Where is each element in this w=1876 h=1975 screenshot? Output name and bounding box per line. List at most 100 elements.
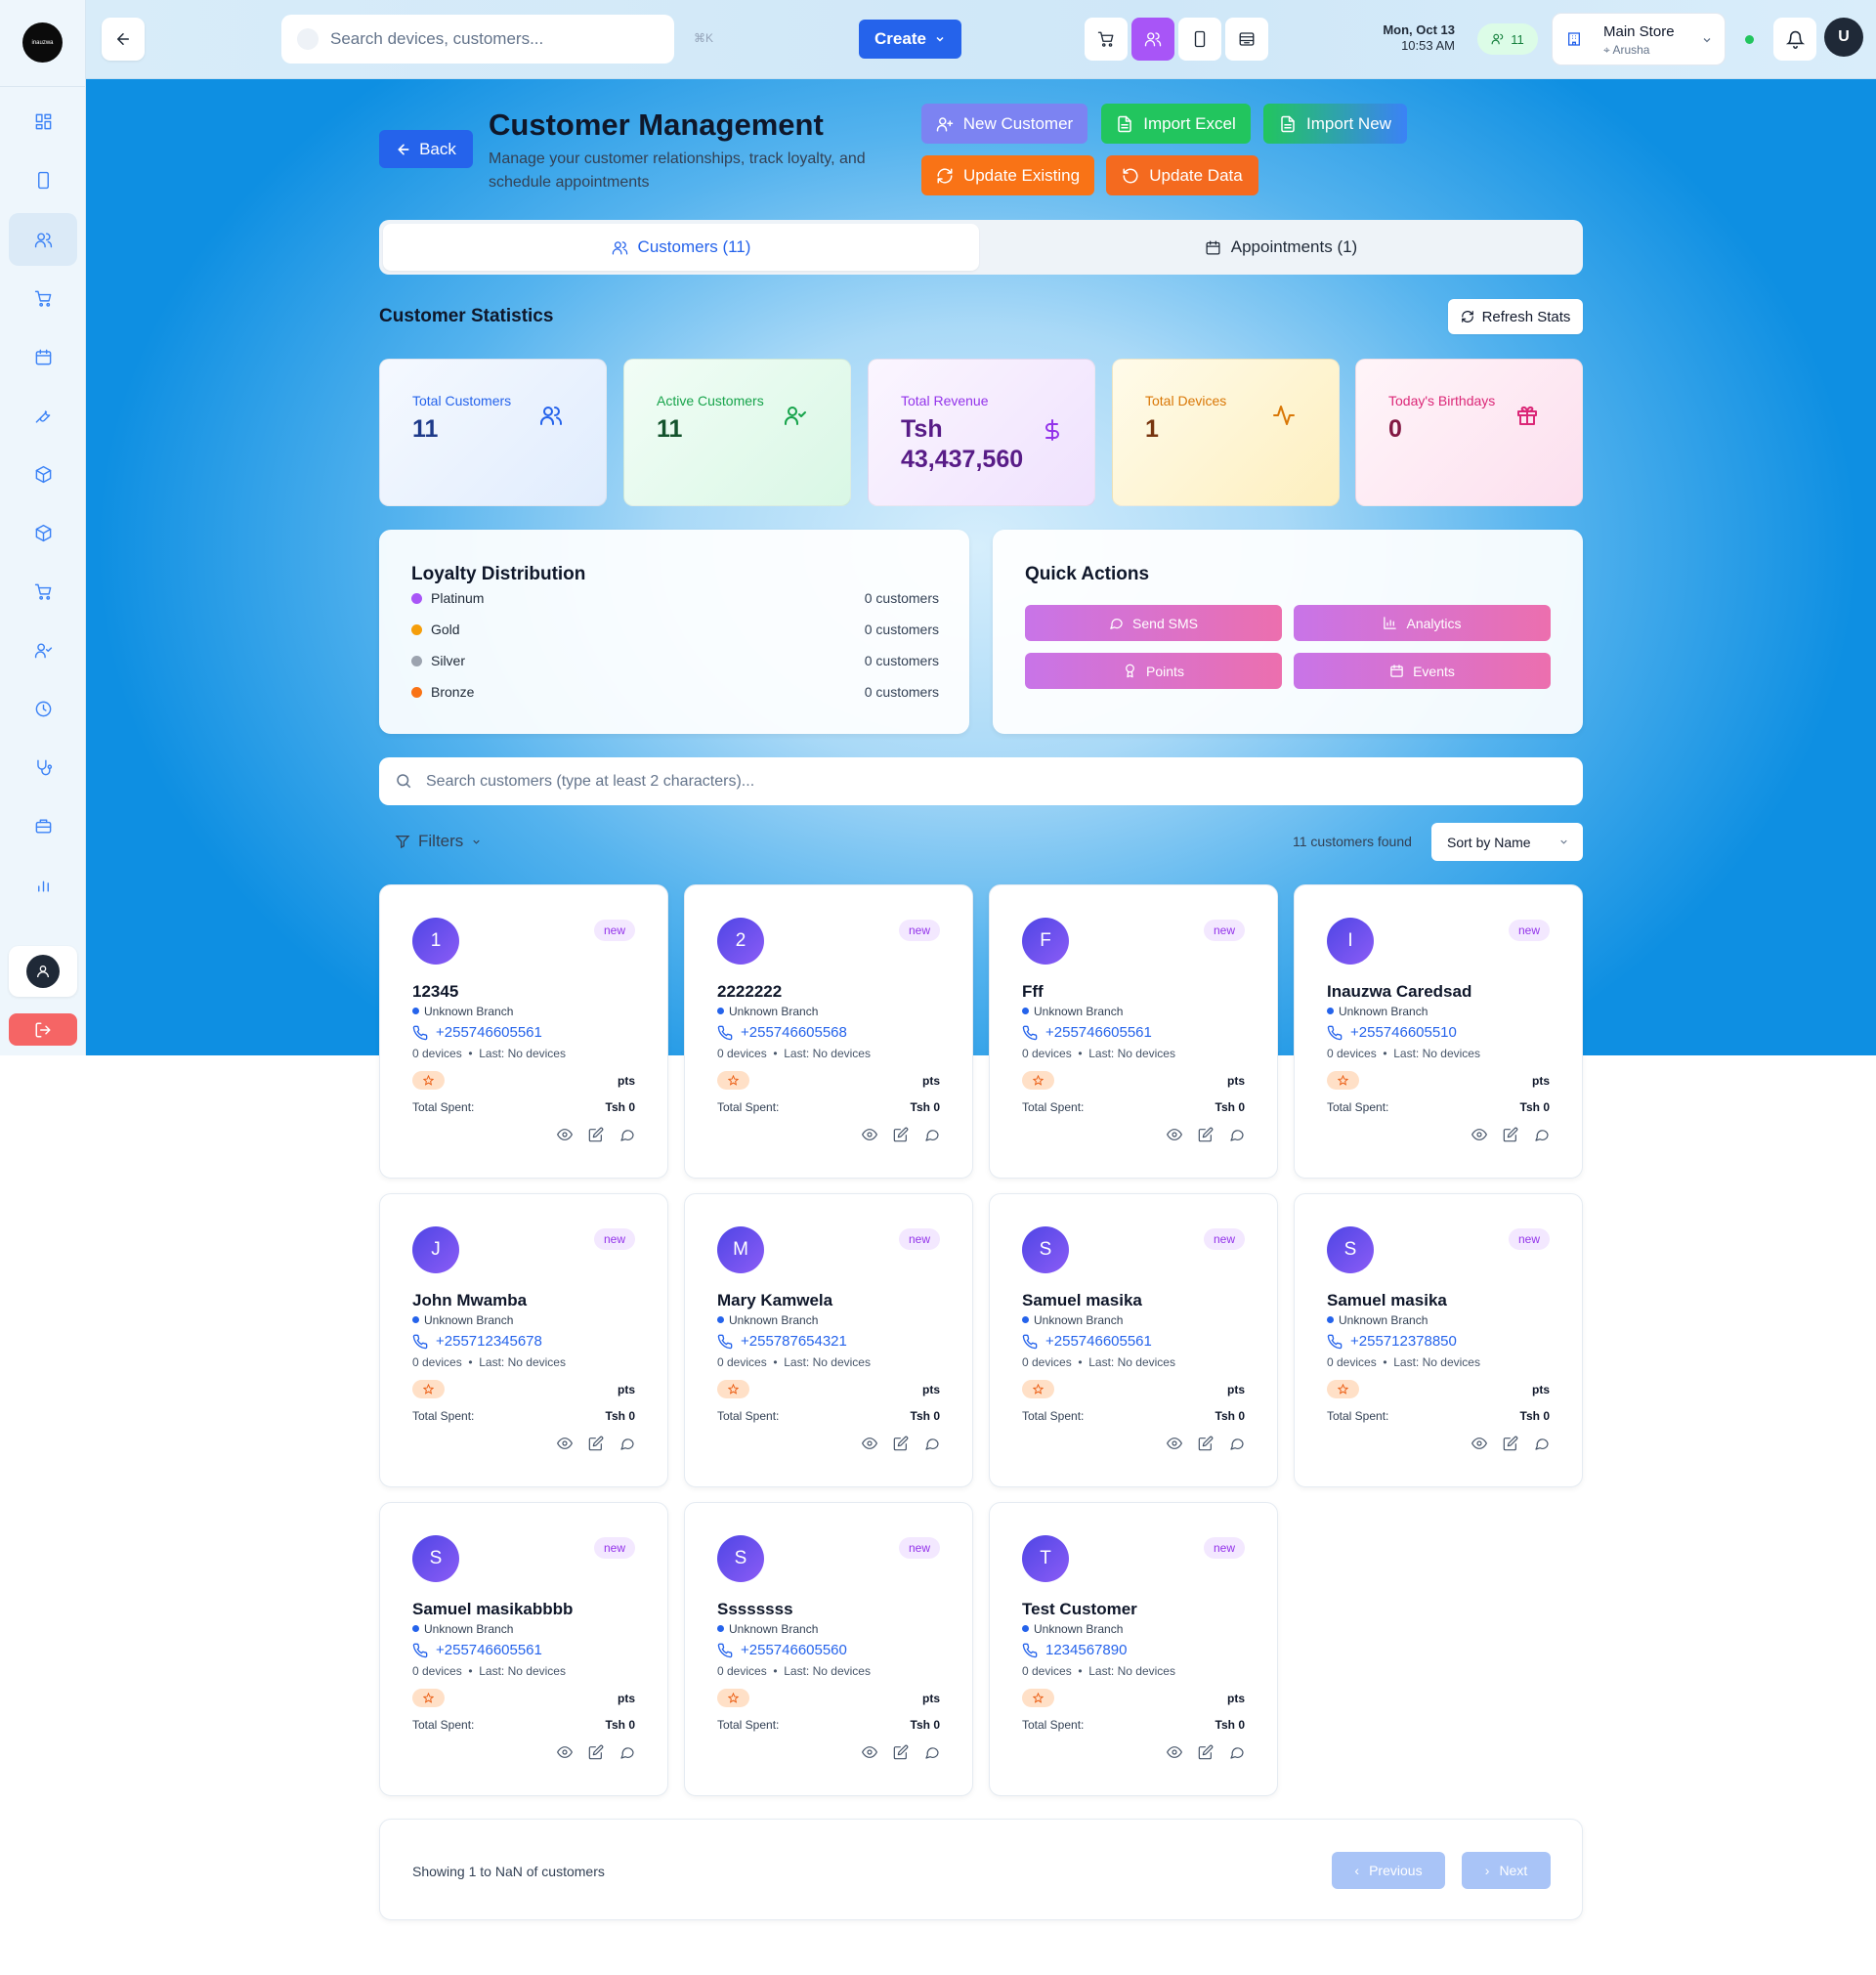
- sidebar-item-inventory[interactable]: [9, 448, 77, 500]
- customer-phone-link[interactable]: +255746605561: [412, 1024, 542, 1041]
- sidebar-item-repairs[interactable]: [9, 389, 77, 442]
- user-avatar-button[interactable]: U: [1824, 18, 1863, 57]
- edit-customer-button[interactable]: [893, 1744, 909, 1760]
- sidebar-item-dashboard[interactable]: [9, 95, 77, 148]
- customer-card[interactable]: F new Fff Unknown Branch +255746605561 0…: [989, 884, 1278, 1179]
- customer-search-input[interactable]: Search customers (type at least 2 charac…: [379, 757, 1583, 805]
- global-search-input[interactable]: Search devices, customers...: [281, 15, 674, 64]
- update-existing-button[interactable]: Update Existing: [921, 155, 1094, 195]
- filters-toggle[interactable]: Filters: [395, 832, 482, 851]
- sidebar-item-diagnostics[interactable]: [9, 741, 77, 794]
- sidebar-item-employees[interactable]: [9, 623, 77, 676]
- customer-phone-link[interactable]: +255746605510: [1327, 1024, 1457, 1041]
- customers-app-button[interactable]: [1131, 18, 1174, 61]
- view-customer-button[interactable]: [557, 1436, 573, 1451]
- message-customer-button[interactable]: [1534, 1127, 1550, 1142]
- import-excel-button[interactable]: Import Excel: [1101, 104, 1251, 144]
- edit-customer-button[interactable]: [1198, 1436, 1214, 1451]
- customer-card[interactable]: J new John Mwamba Unknown Branch +255712…: [379, 1193, 668, 1487]
- update-data-button[interactable]: Update Data: [1106, 155, 1258, 195]
- tab-customers[interactable]: Customers (11): [383, 224, 979, 271]
- new-customer-button[interactable]: New Customer: [921, 104, 1087, 144]
- view-customer-button[interactable]: [862, 1436, 877, 1451]
- customer-phone-link[interactable]: +255746605561: [1022, 1024, 1152, 1041]
- view-customer-button[interactable]: [1167, 1127, 1182, 1142]
- edit-customer-button[interactable]: [893, 1127, 909, 1142]
- devices-app-button[interactable]: [1178, 18, 1221, 61]
- customer-phone-link[interactable]: 1234567890: [1022, 1642, 1127, 1658]
- message-customer-button[interactable]: [619, 1744, 635, 1760]
- view-customer-button[interactable]: [1471, 1127, 1487, 1142]
- sort-select[interactable]: Sort by Name: [1431, 823, 1583, 861]
- sidebar-item-devices[interactable]: [9, 153, 77, 206]
- events-button[interactable]: Events: [1294, 653, 1551, 689]
- message-customer-button[interactable]: [1229, 1744, 1245, 1760]
- analytics-button[interactable]: Analytics: [1294, 605, 1551, 641]
- customer-phone-link[interactable]: +255746605568: [717, 1024, 847, 1041]
- edit-customer-button[interactable]: [1503, 1127, 1518, 1142]
- import-new-button[interactable]: Import New: [1263, 104, 1407, 144]
- sidebar-item-orders[interactable]: [9, 565, 77, 618]
- back-button[interactable]: Back: [379, 130, 473, 168]
- sidebar-item-reports[interactable]: [9, 858, 77, 911]
- sidebar-item-customers[interactable]: [9, 213, 77, 266]
- next-page-button[interactable]: › Next: [1462, 1852, 1551, 1889]
- customer-card[interactable]: S new Samuel masikabbbb Unknown Branch +…: [379, 1502, 668, 1796]
- edit-customer-button[interactable]: [1503, 1436, 1518, 1451]
- pos-app-button[interactable]: [1085, 18, 1128, 61]
- view-customer-button[interactable]: [1471, 1436, 1487, 1451]
- customer-card[interactable]: T new Test Customer Unknown Branch 12345…: [989, 1502, 1278, 1796]
- logout-button[interactable]: [9, 1013, 77, 1046]
- sidebar-item-pos[interactable]: [9, 272, 77, 324]
- sidebar-item-business[interactable]: [9, 799, 77, 852]
- sidebar-item-attendance[interactable]: [9, 682, 77, 735]
- inventory-app-button[interactable]: [1225, 18, 1268, 61]
- view-customer-button[interactable]: [1167, 1744, 1182, 1760]
- online-users-badge[interactable]: 11: [1477, 23, 1538, 55]
- customer-phone-link[interactable]: +255746605561: [412, 1642, 542, 1658]
- app-logo[interactable]: inauzwa: [22, 22, 63, 63]
- create-button[interactable]: Create: [859, 20, 961, 59]
- view-customer-button[interactable]: [557, 1744, 573, 1760]
- notifications-button[interactable]: [1773, 18, 1816, 61]
- message-customer-button[interactable]: [619, 1127, 635, 1142]
- edit-customer-button[interactable]: [588, 1127, 604, 1142]
- message-customer-button[interactable]: [924, 1744, 940, 1760]
- message-customer-button[interactable]: [1229, 1127, 1245, 1142]
- sidebar-item-products[interactable]: [9, 506, 77, 559]
- view-customer-button[interactable]: [557, 1127, 573, 1142]
- edit-customer-button[interactable]: [588, 1744, 604, 1760]
- tab-appointments[interactable]: Appointments (1): [983, 224, 1579, 271]
- customer-card[interactable]: I new Inauzwa Caredsad Unknown Branch +2…: [1294, 884, 1583, 1179]
- customer-phone-link[interactable]: +255712345678: [412, 1333, 542, 1350]
- edit-customer-button[interactable]: [588, 1436, 604, 1451]
- edit-customer-button[interactable]: [893, 1436, 909, 1451]
- message-customer-button[interactable]: [619, 1436, 635, 1451]
- view-customer-button[interactable]: [1167, 1436, 1182, 1451]
- customer-phone-link[interactable]: +255746605561: [1022, 1333, 1152, 1350]
- customer-card[interactable]: M new Mary Kamwela Unknown Branch +25578…: [684, 1193, 973, 1487]
- topbar-back-button[interactable]: [102, 18, 145, 61]
- send-sms-button[interactable]: Send SMS: [1025, 605, 1282, 641]
- customer-card[interactable]: S new Ssssssss Unknown Branch +255746605…: [684, 1502, 973, 1796]
- edit-customer-button[interactable]: [1198, 1127, 1214, 1142]
- view-customer-button[interactable]: [862, 1744, 877, 1760]
- sidebar-item-appointments[interactable]: [9, 330, 77, 383]
- message-customer-button[interactable]: [1229, 1436, 1245, 1451]
- points-button[interactable]: Points: [1025, 653, 1282, 689]
- message-customer-button[interactable]: [924, 1127, 940, 1142]
- previous-page-button[interactable]: ‹ Previous: [1332, 1852, 1445, 1889]
- customer-card[interactable]: S new Samuel masika Unknown Branch +2557…: [989, 1193, 1278, 1487]
- message-customer-button[interactable]: [924, 1436, 940, 1451]
- edit-customer-button[interactable]: [1198, 1744, 1214, 1760]
- refresh-stats-button[interactable]: Refresh Stats: [1448, 299, 1583, 334]
- sidebar-user-profile[interactable]: [9, 946, 77, 997]
- customer-phone-link[interactable]: +255712378850: [1327, 1333, 1457, 1350]
- customer-phone-link[interactable]: +255787654321: [717, 1333, 847, 1350]
- customer-card[interactable]: 1 new 12345 Unknown Branch +255746605561…: [379, 884, 668, 1179]
- customer-card[interactable]: 2 new 2222222 Unknown Branch +2557466055…: [684, 884, 973, 1179]
- store-selector[interactable]: Main Store ⌖ Arusha: [1552, 13, 1726, 65]
- customer-phone-link[interactable]: +255746605560: [717, 1642, 847, 1658]
- customer-card[interactable]: S new Samuel masika Unknown Branch +2557…: [1294, 1193, 1583, 1487]
- message-customer-button[interactable]: [1534, 1436, 1550, 1451]
